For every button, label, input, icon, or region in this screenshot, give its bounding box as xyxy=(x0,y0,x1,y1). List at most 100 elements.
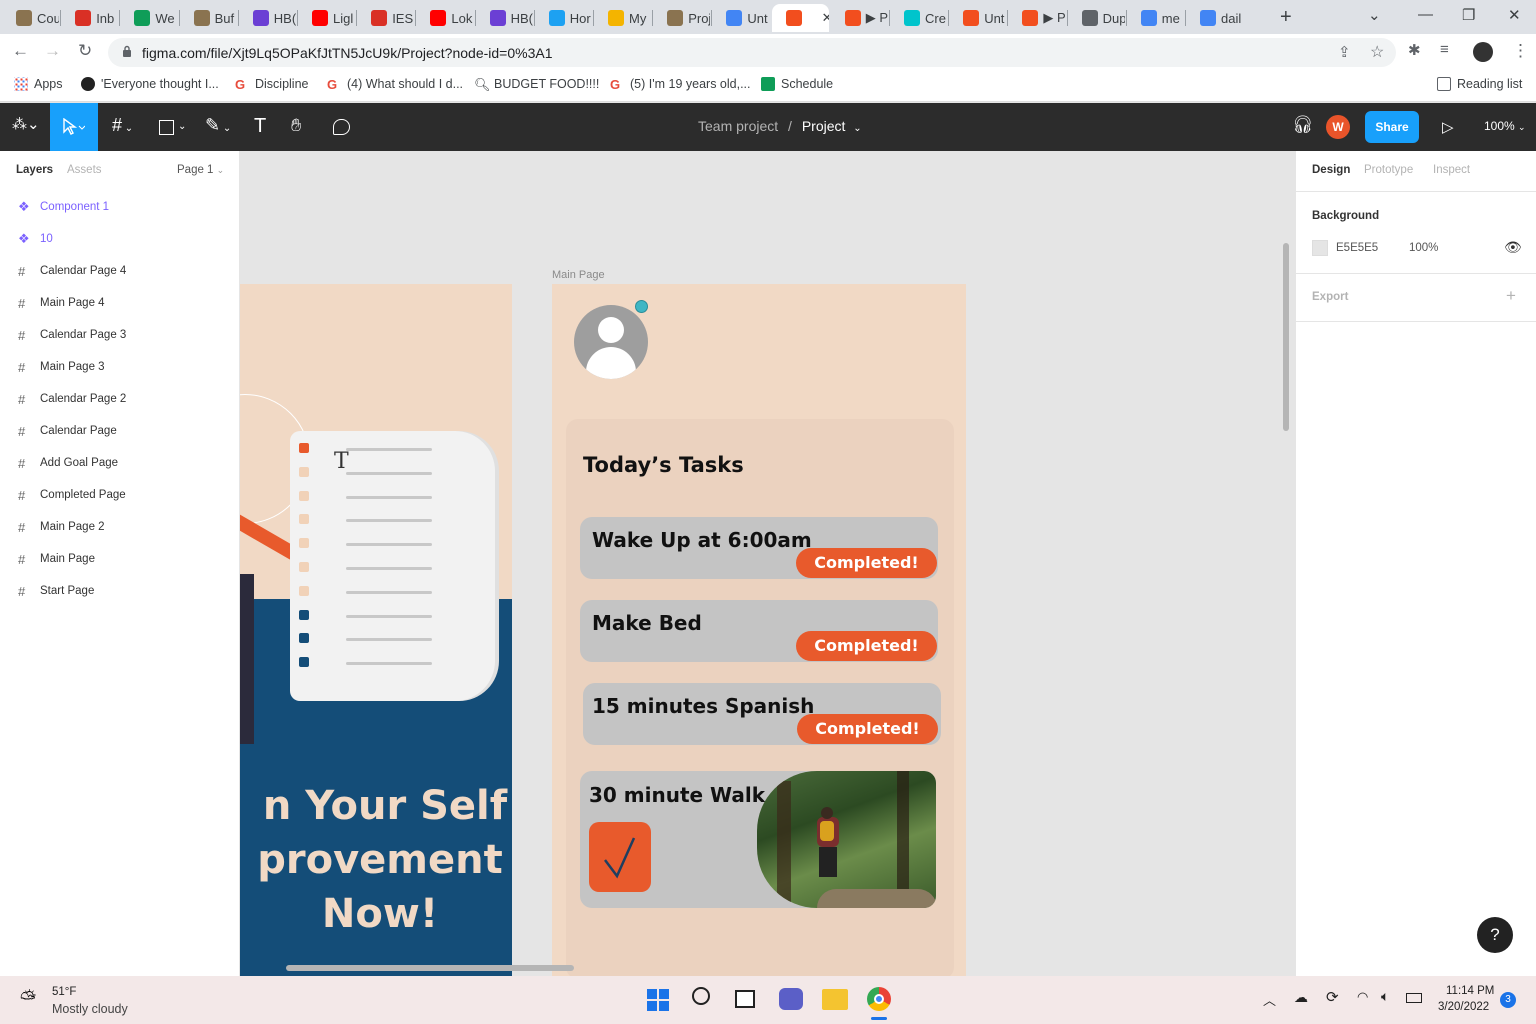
layer-item[interactable]: # Calendar Page xyxy=(0,415,240,447)
shape-tool-icon[interactable] xyxy=(159,120,174,135)
page-selector[interactable]: Page 1 ⌄ xyxy=(177,164,224,176)
shape-tool-chevron-icon[interactable]: ⌄ xyxy=(178,121,186,132)
browser-tab[interactable]: HB( xyxy=(239,4,296,32)
reading-list-button[interactable]: Reading list xyxy=(1437,77,1522,91)
teams-chat-icon[interactable] xyxy=(779,988,803,1010)
bookmark-apps[interactable]: Apps xyxy=(14,77,63,91)
windows-start-icon[interactable] xyxy=(647,989,669,1011)
browser-tab[interactable]: Ligl xyxy=(298,4,355,32)
extensions-icon[interactable]: ✱ xyxy=(1408,41,1421,59)
sync-icon[interactable]: ⟳ xyxy=(1326,988,1339,1006)
browser-tab[interactable]: Lok xyxy=(416,4,473,32)
new-tab-button[interactable]: + xyxy=(1280,6,1292,29)
user-avatar[interactable]: W xyxy=(1326,115,1350,139)
layer-item[interactable]: # Main Page xyxy=(0,543,240,575)
main-page-frame[interactable]: Today’s Tasks Wake Up at 6:00am Completed… xyxy=(552,284,966,976)
task-card[interactable]: Make Bed Completed! xyxy=(580,600,938,662)
wifi-icon[interactable]: ◠ xyxy=(1357,989,1368,1005)
browser-tab[interactable]: me xyxy=(1127,4,1184,32)
bookmark-star-icon[interactable]: ☆ xyxy=(1370,42,1384,62)
browser-tab[interactable]: Unt xyxy=(949,4,1006,32)
tab-layers[interactable]: Layers xyxy=(16,164,53,176)
layer-item[interactable]: # Main Page 4 xyxy=(0,287,240,319)
address-bar[interactable]: figma.com/file/Xjt9Lq5OPaKfJtTN5JcU9k/Pr… xyxy=(108,38,1396,67)
tab-design[interactable]: Design xyxy=(1312,164,1350,176)
browser-tab[interactable]: Proj xyxy=(653,4,710,32)
bookmark-item[interactable]: G Discipline xyxy=(235,77,309,92)
vertical-scrollbar[interactable] xyxy=(1283,243,1289,431)
notification-badge[interactable]: 3 xyxy=(1500,992,1516,1008)
media-icon[interactable]: ≡ xyxy=(1440,41,1449,58)
horizontal-scrollbar[interactable] xyxy=(286,965,574,971)
background-color-swatch[interactable] xyxy=(1312,240,1328,256)
close-tab-icon[interactable]: ✕ xyxy=(822,10,829,26)
present-play-icon[interactable]: ▷ xyxy=(1442,118,1454,136)
bookmark-item[interactable]: G (4) What should I d... xyxy=(327,77,463,92)
browser-tab[interactable]: We xyxy=(120,4,177,32)
bookmark-item[interactable]: Schedule xyxy=(761,77,833,91)
task-checkbox[interactable] xyxy=(589,822,651,892)
weather-description[interactable]: Mostly cloudy xyxy=(52,1002,128,1016)
file-explorer-icon[interactable] xyxy=(822,989,848,1010)
task-card[interactable]: Wake Up at 6:00am Completed! xyxy=(580,517,938,579)
tab-assets[interactable]: Assets xyxy=(67,164,102,176)
task-card[interactable]: 15 minutes Spanish Completed! xyxy=(583,683,941,745)
clock-time[interactable]: 11:14 PM xyxy=(1446,985,1494,997)
layer-item[interactable]: # Main Page 3 xyxy=(0,351,240,383)
layer-item[interactable]: # Add Goal Page xyxy=(0,447,240,479)
frame-label[interactable]: Main Page xyxy=(552,269,605,281)
browser-tab[interactable]: Cre xyxy=(890,4,947,32)
chevron-down-icon[interactable]: ⌄ xyxy=(853,123,861,134)
layer-item[interactable]: ❖ 10 xyxy=(0,223,240,255)
browser-tab[interactable]: Buf xyxy=(180,4,237,32)
browser-tab[interactable]: Inb xyxy=(61,4,118,32)
breadcrumb-team[interactable]: Team project xyxy=(698,118,778,134)
browser-tab[interactable]: dail xyxy=(1186,4,1243,32)
browser-tab[interactable]: My xyxy=(594,4,651,32)
profile-avatar-icon[interactable] xyxy=(574,305,648,379)
browser-tab[interactable]: IES xyxy=(357,4,414,32)
completed-badge[interactable]: Completed! xyxy=(796,631,937,661)
onedrive-icon[interactable]: ☁︎ xyxy=(1294,989,1308,1006)
chrome-icon[interactable] xyxy=(867,987,891,1011)
hand-tool-icon[interactable]: ✋︎ xyxy=(291,115,301,136)
browser-menu-icon[interactable]: ⋮ xyxy=(1512,41,1529,61)
browser-tab[interactable]: Cou xyxy=(2,4,59,32)
forward-button[interactable]: → xyxy=(44,41,61,61)
browser-tab[interactable]: ▶ P xyxy=(1008,4,1066,32)
layer-item[interactable]: # Completed Page xyxy=(0,479,240,511)
add-export-icon[interactable]: + xyxy=(1506,286,1516,306)
maximize-button[interactable]: ❐ xyxy=(1462,6,1475,24)
browser-tab[interactable]: Unt xyxy=(712,4,769,32)
layer-item[interactable]: # Calendar Page 3 xyxy=(0,319,240,351)
text-tool-icon[interactable]: T xyxy=(254,115,266,138)
share-page-icon[interactable]: ⇪ xyxy=(1338,43,1351,61)
layer-item[interactable]: # Calendar Page 4 xyxy=(0,255,240,287)
battery-icon[interactable] xyxy=(1406,993,1422,1003)
browser-tab[interactable]: ▶ P xyxy=(831,4,888,32)
share-button[interactable]: Share xyxy=(1365,111,1419,143)
layer-item[interactable]: # Start Page xyxy=(0,575,240,607)
tab-search-icon[interactable]: ⌄ xyxy=(1368,6,1381,24)
completed-badge[interactable]: Completed! xyxy=(797,714,938,744)
zoom-dropdown[interactable]: 100% ⌄ xyxy=(1484,119,1526,133)
tab-prototype[interactable]: Prototype xyxy=(1364,164,1413,176)
completed-badge[interactable]: Completed! xyxy=(796,548,937,578)
task-card[interactable]: 30 minute Walk xyxy=(580,771,936,908)
frame-tool-icon[interactable]: # ⌄ xyxy=(112,115,133,136)
background-opacity-input[interactable]: 100% xyxy=(1409,242,1438,254)
browser-tab[interactable]: Dup xyxy=(1068,4,1125,32)
search-icon[interactable] xyxy=(692,987,710,1005)
eye-icon[interactable]: 👁︎ xyxy=(1504,239,1522,256)
breadcrumb-project[interactable]: Project xyxy=(802,118,846,134)
move-tool-button[interactable] xyxy=(50,103,98,151)
layer-item[interactable]: ❖ Component 1 xyxy=(0,191,240,223)
browser-tab[interactable]: ✕ xyxy=(771,4,829,32)
weather-cloud-icon[interactable]: ⛅︎ xyxy=(20,988,44,1010)
task-view-icon[interactable] xyxy=(735,990,755,1008)
bookmark-item[interactable]: G (5) I'm 19 years old,... xyxy=(610,77,750,92)
chevron-up-icon[interactable]: ︿ xyxy=(1263,990,1276,1009)
bookmark-item[interactable]: 🔍︎ BUDGET FOOD!!!! xyxy=(474,77,599,92)
design-canvas[interactable]: T n Your Self provement Now! Main Page T… xyxy=(240,151,1295,976)
headphones-icon[interactable]: 🎧︎ xyxy=(1292,115,1314,135)
